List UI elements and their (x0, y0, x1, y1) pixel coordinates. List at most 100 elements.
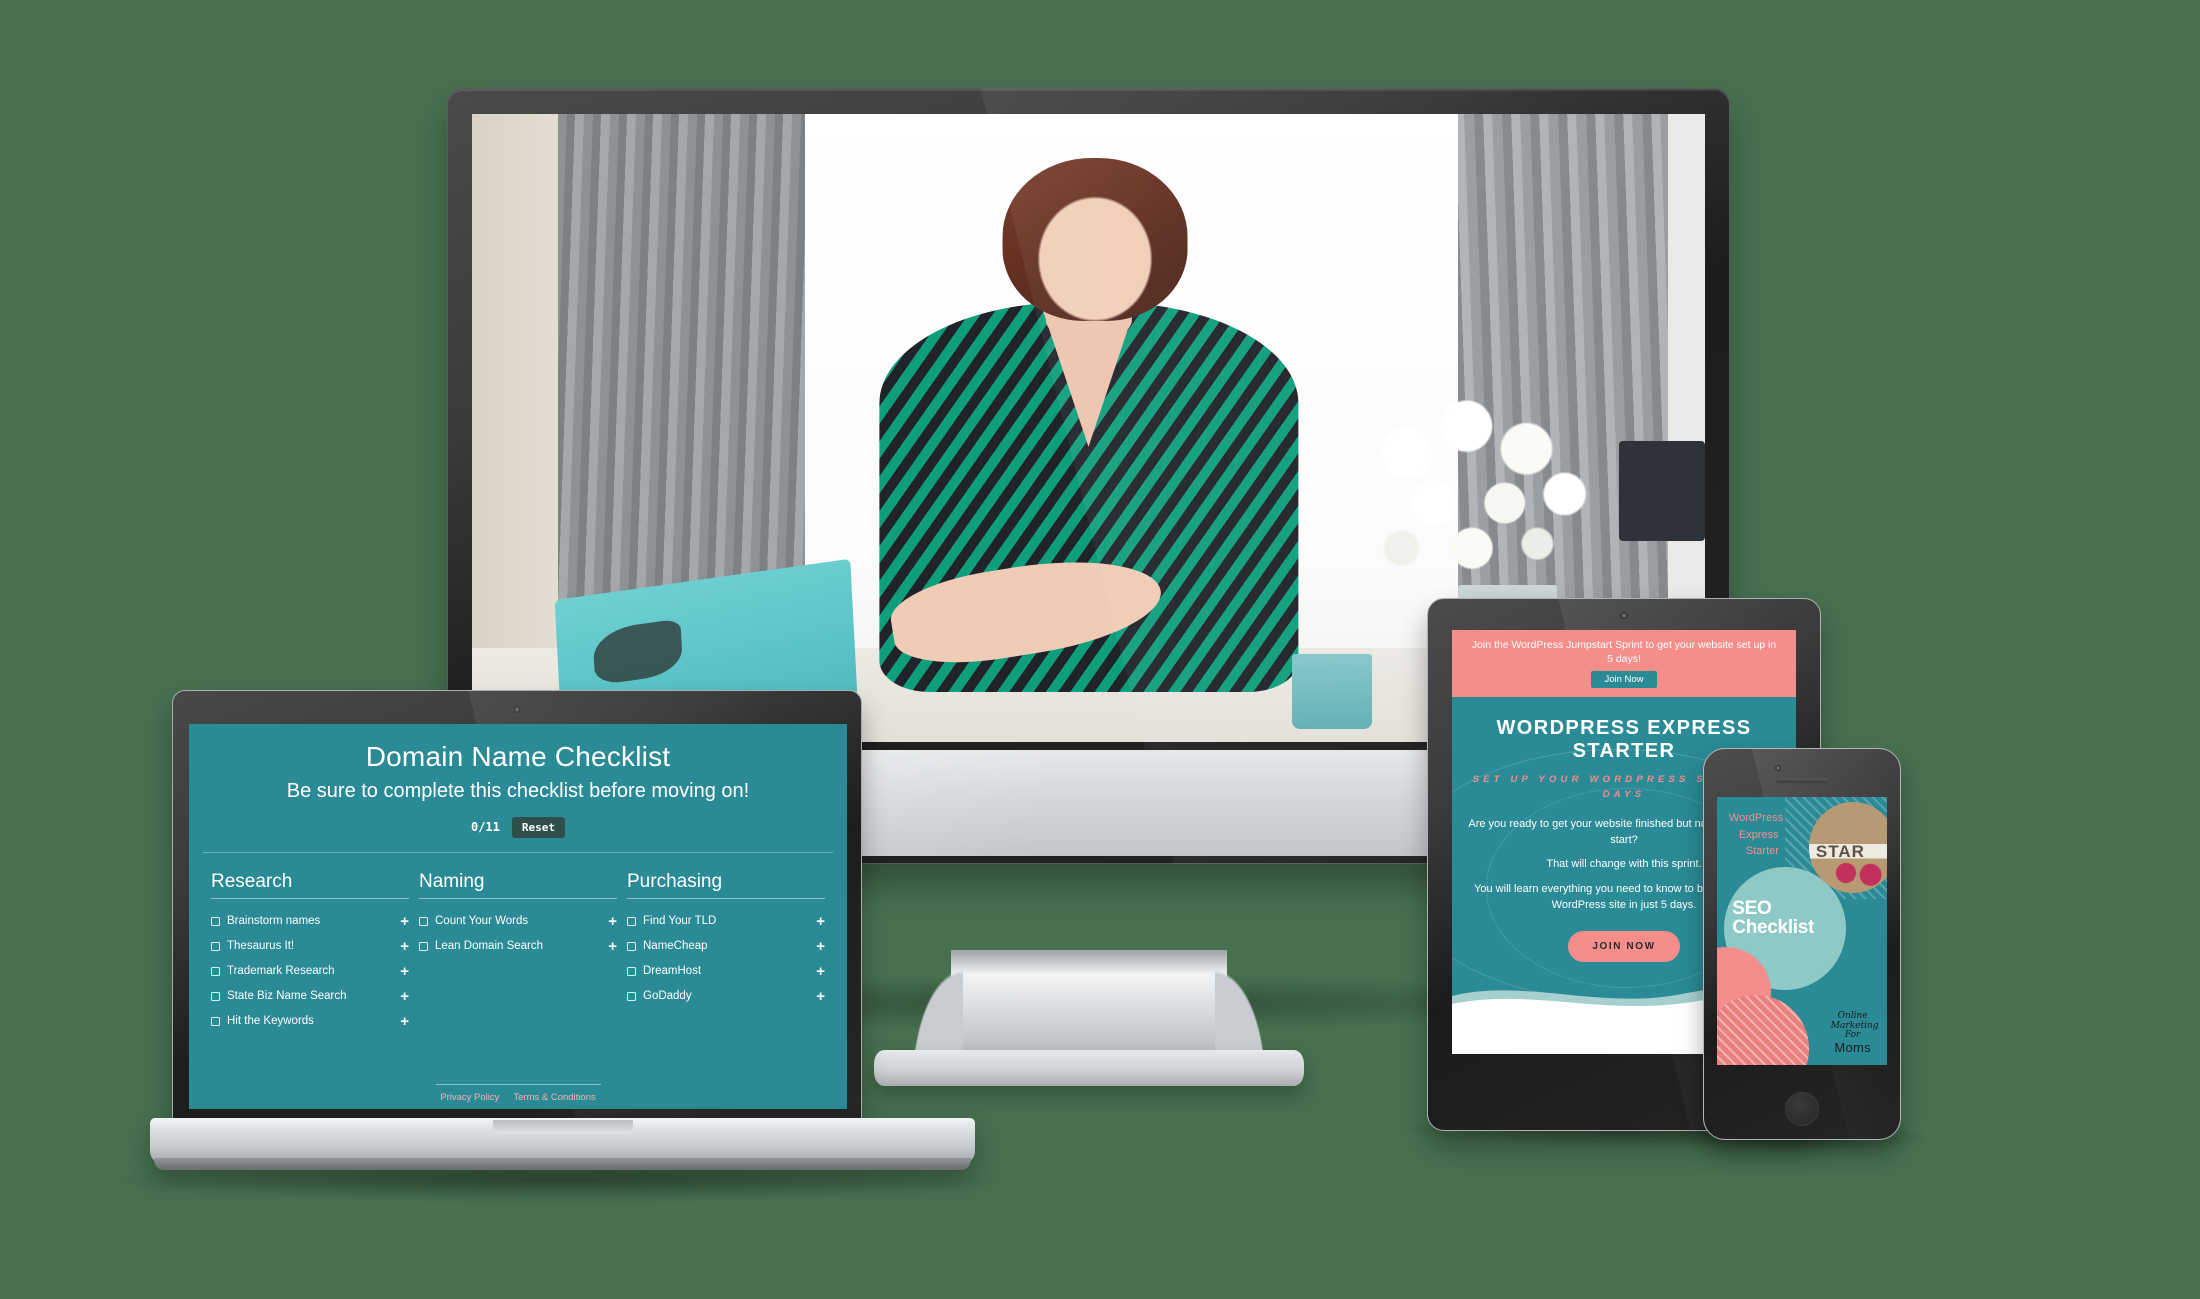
list-item-label: Count Your Words (435, 915, 529, 928)
expand-plus-icon[interactable]: + (400, 1014, 409, 1029)
list-item-label: Thesaurus It! (227, 940, 295, 953)
expand-plus-icon[interactable]: + (608, 914, 617, 929)
brand-line-1: WordPress (1728, 812, 1784, 825)
expand-plus-icon[interactable]: + (400, 914, 409, 929)
column-divider (211, 897, 409, 899)
checkbox[interactable] (211, 1016, 220, 1026)
phone-speaker-icon (1776, 778, 1828, 783)
cover-title: SEO Checklist (1732, 897, 1815, 939)
list-item[interactable]: Thesaurus It! + (211, 934, 409, 959)
laptop-device: Domain Name Checklist Be sure to complet… (150, 690, 975, 1200)
list-item[interactable]: Brainstorm names + (211, 909, 409, 934)
expand-plus-icon[interactable]: + (400, 939, 409, 954)
list-item[interactable]: Count Your Words + (419, 909, 617, 934)
checkbox[interactable] (627, 941, 636, 951)
list-item[interactable]: Lean Domain Search + (419, 934, 617, 959)
laptop-trackpad-notch (492, 1120, 633, 1134)
brand-line-2: Express (1738, 828, 1779, 841)
list-item[interactable]: Find Your TLD + (627, 909, 825, 934)
checklist-column-purchasing: Purchasing Find Your TLD + NameCheap + D… (627, 871, 825, 1078)
expand-plus-icon[interactable]: + (400, 964, 409, 979)
webcam-icon (513, 706, 521, 713)
cover-photo-word: STAR (1815, 842, 1865, 862)
cover-brand: WordPress Express Starter (1729, 810, 1783, 860)
mockup-scene: Domain Name Checklist Be sure to complet… (0, 0, 2200, 1299)
list-item[interactable]: GoDaddy + (627, 984, 825, 1009)
phone-screen: STAR WordPress Express Starter SEO Check… (1717, 797, 1887, 1065)
footer-links: Privacy Policy Terms & Conditions (189, 1092, 847, 1103)
column-divider (419, 897, 617, 899)
terms-conditions-link[interactable]: Terms & Conditions (513, 1092, 595, 1103)
checkbox[interactable] (419, 941, 428, 951)
expand-plus-icon[interactable]: + (400, 989, 409, 1004)
join-now-banner-button[interactable]: Join Now (1591, 671, 1657, 689)
brand-line-3: Starter (1745, 845, 1779, 858)
list-item[interactable]: DreamHost + (627, 959, 825, 984)
footer-divider (435, 1084, 601, 1085)
column-heading: Research (211, 870, 293, 892)
photo-person-head (1002, 157, 1188, 322)
photo-flowers (1347, 390, 1619, 617)
laptop-base-edge (154, 1158, 971, 1170)
checkbox[interactable] (419, 916, 428, 926)
checklist-footer: Privacy Policy Terms & Conditions (189, 1078, 847, 1109)
omfm-logo: Online Marketing For Moms (1827, 1011, 1879, 1055)
list-item-label: Hit the Keywords (227, 1015, 314, 1028)
checklist-hero: Domain Name Checklist Be sure to complet… (189, 724, 847, 852)
decorative-hatched-circle (1717, 995, 1809, 1065)
expand-plus-icon[interactable]: + (816, 989, 825, 1004)
laptop-lid: Domain Name Checklist Be sure to complet… (172, 690, 862, 1122)
checkbox[interactable] (627, 991, 636, 1001)
progress-row: 0/11 Reset (215, 816, 821, 838)
checklist-column-naming: Naming Count Your Words + Lean Domain Se… (419, 871, 617, 1078)
checkbox[interactable] (211, 916, 220, 926)
photo-side-tablet (1618, 440, 1705, 542)
expand-plus-icon[interactable]: + (816, 914, 825, 929)
list-item[interactable]: NameCheap + (627, 934, 825, 959)
monitor-stand-neck (902, 950, 1275, 1062)
promo-banner-text: Join the WordPress Jumpstart Sprint to g… (1471, 639, 1777, 666)
list-item-label: State Biz Name Search (227, 990, 347, 1003)
list-item-label: DreamHost (643, 965, 702, 978)
checkbox[interactable] (627, 966, 636, 976)
list-item[interactable]: Trademark Research + (211, 959, 409, 984)
list-item-label: Brainstorm names (227, 915, 321, 928)
cover-title-line-1: SEO (1732, 897, 1772, 919)
progress-counter: 0/11 (470, 820, 500, 835)
seo-checklist-cover: STAR WordPress Express Starter SEO Check… (1717, 797, 1887, 1065)
list-item-label: Lean Domain Search (435, 940, 544, 953)
list-item[interactable]: Hit the Keywords + (211, 1009, 409, 1034)
checklist-column-research: Research Brainstorm names + Thesaurus It… (211, 871, 409, 1078)
list-item-label: NameCheap (643, 940, 708, 953)
laptop-screen: Domain Name Checklist Be sure to complet… (189, 724, 847, 1109)
checkbox[interactable] (211, 941, 220, 951)
phone-camera-icon (1775, 765, 1782, 771)
page-subtitle: Be sure to complete this checklist befor… (286, 780, 750, 803)
list-item-label: Trademark Research (227, 965, 335, 978)
list-item-label: Find Your TLD (643, 915, 717, 928)
list-item-label: GoDaddy (643, 990, 692, 1003)
expand-plus-icon[interactable]: + (816, 964, 825, 979)
tablet-camera-icon (1620, 612, 1628, 619)
checkbox[interactable] (211, 966, 220, 976)
phone-device: STAR WordPress Express Starter SEO Check… (1703, 748, 1901, 1140)
domain-checklist-app: Domain Name Checklist Be sure to complet… (189, 724, 847, 1109)
photo-mug (1291, 654, 1373, 730)
join-now-cta-button[interactable]: JOIN NOW (1568, 931, 1680, 963)
expand-plus-icon[interactable]: + (816, 939, 825, 954)
checkbox[interactable] (627, 916, 636, 926)
checklist-columns: Research Brainstorm names + Thesaurus It… (189, 853, 847, 1078)
expand-plus-icon[interactable]: + (608, 939, 617, 954)
reset-button[interactable]: Reset (511, 816, 566, 838)
column-divider (627, 897, 825, 899)
phone-home-button[interactable] (1785, 1092, 1819, 1126)
column-heading: Naming (419, 870, 485, 892)
cover-title-line-2: Checklist (1732, 917, 1815, 939)
promo-banner: Join the WordPress Jumpstart Sprint to g… (1452, 630, 1796, 698)
privacy-policy-link[interactable]: Privacy Policy (440, 1092, 499, 1103)
page-title: Domain Name Checklist (365, 741, 671, 772)
list-item[interactable]: State Biz Name Search + (211, 984, 409, 1009)
column-heading: Purchasing (627, 870, 723, 892)
checkbox[interactable] (211, 991, 220, 1001)
logo-line-4: Moms (1834, 1039, 1871, 1055)
